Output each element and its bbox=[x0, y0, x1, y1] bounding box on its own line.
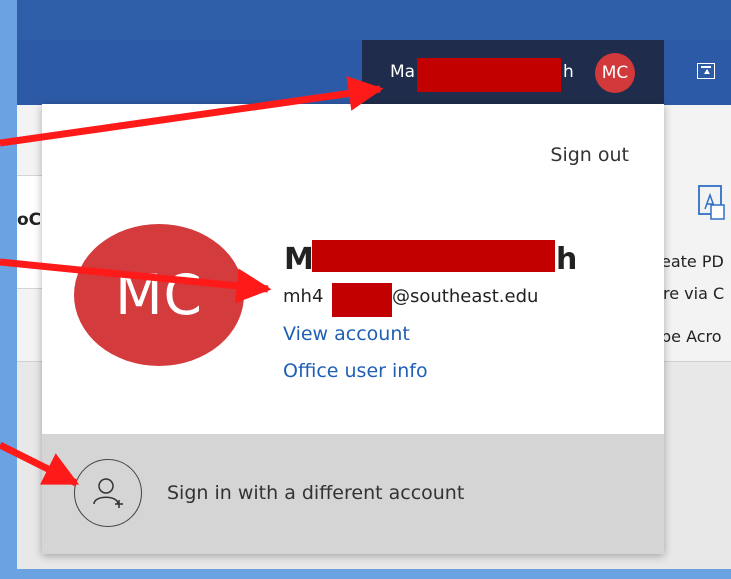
sign-in-different-account-label: Sign in with a different account bbox=[167, 482, 465, 504]
account-flyout: Sign out MC M h mh4 @southeast.edu View … bbox=[42, 104, 664, 554]
avatar-small: MC bbox=[595, 53, 635, 93]
avatar-large: MC bbox=[74, 224, 244, 366]
user-name-suffix: h bbox=[556, 242, 578, 277]
ribbon-fragment-left: oC bbox=[17, 210, 42, 230]
user-name-prefix: M bbox=[284, 242, 314, 277]
add-person-icon bbox=[74, 459, 142, 527]
office-user-info-link[interactable]: Office user info bbox=[283, 360, 428, 382]
pdf-icon[interactable] bbox=[697, 183, 727, 223]
email-prefix: mh4 bbox=[283, 286, 324, 307]
word-app-window: oC eate PD re via C be Acro Ma h MC Sign… bbox=[17, 0, 731, 569]
email-suffix: @southeast.edu bbox=[392, 286, 539, 307]
account-name-suffix: h bbox=[563, 62, 574, 82]
ribbon-fragment-create-pdf: eate PD bbox=[661, 252, 724, 271]
account-button[interactable]: Ma h MC bbox=[362, 40, 664, 104]
ribbon-fragment-share-via: re via C bbox=[663, 284, 725, 303]
redaction-bar bbox=[312, 240, 555, 272]
title-bar bbox=[17, 0, 731, 40]
ribbon-fragment-adobe-acrobat: be Acro bbox=[661, 327, 722, 346]
share-icon[interactable] bbox=[697, 63, 715, 79]
account-name-prefix: Ma bbox=[390, 62, 416, 82]
redaction-bar bbox=[417, 58, 561, 92]
sign-out-link[interactable]: Sign out bbox=[550, 144, 629, 166]
redaction-bar bbox=[332, 283, 392, 317]
view-account-link[interactable]: View account bbox=[283, 323, 410, 345]
sign-in-different-account-row[interactable]: Sign in with a different account bbox=[42, 434, 664, 554]
